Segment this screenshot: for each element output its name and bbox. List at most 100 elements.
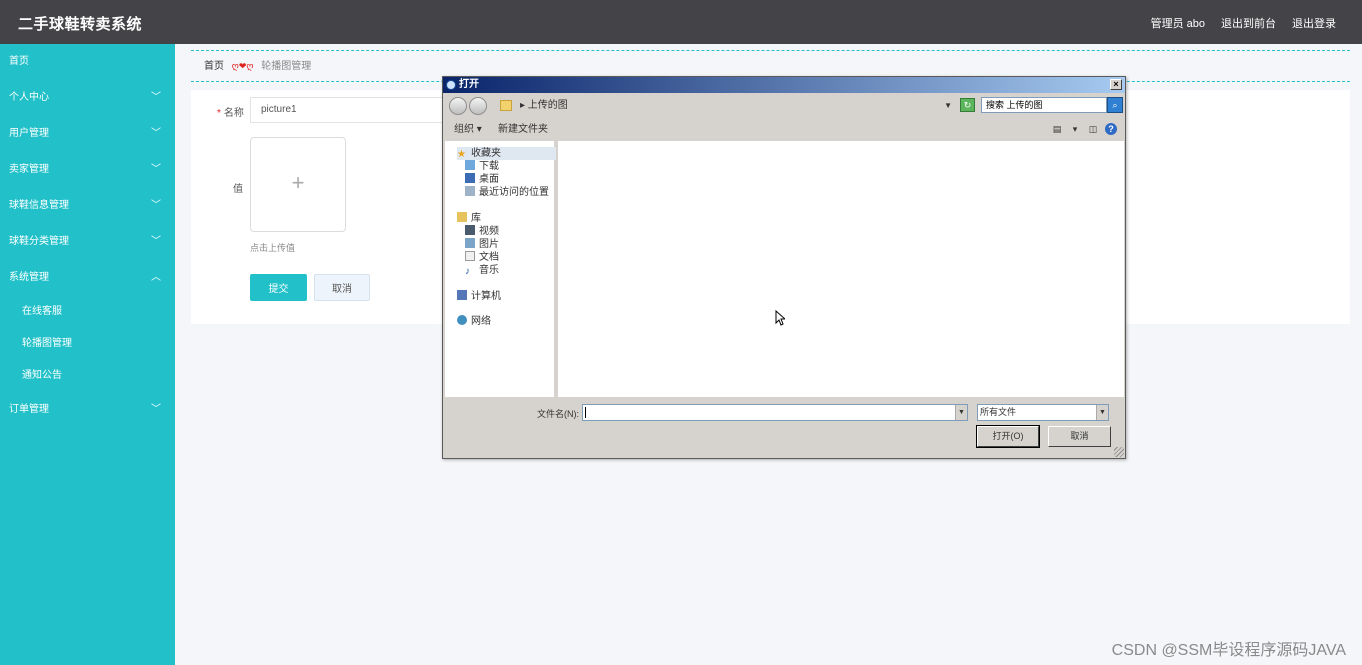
filename-input[interactable]: ▼ — [582, 404, 968, 421]
computer-icon — [457, 290, 467, 300]
chevron-up-icon: ︿ — [151, 272, 161, 283]
sidebar-item-system-management[interactable]: 系统管理 ︿ — [0, 260, 175, 296]
admin-user-link[interactable]: 管理员 abo — [1151, 15, 1205, 31]
breadcrumb-separator-icon: ღ❤ღ — [231, 61, 254, 71]
dropdown-arrow-icon[interactable]: ▼ — [1096, 405, 1108, 420]
forward-arrow-icon[interactable] — [469, 97, 487, 115]
tree-item-label: 下载 — [479, 161, 499, 172]
tree-item-label: 网络 — [471, 316, 491, 327]
tree-item-computer[interactable]: 计算机 — [457, 290, 501, 303]
dialog-nav-row: ▸ 上传的图 ▼ ↻ 搜索 上传的图 ⌕ — [445, 95, 1125, 117]
sidebar-item-seller-management[interactable]: 卖家管理 ﹀ — [0, 152, 175, 188]
breadcrumb-home[interactable]: 首页 — [204, 61, 224, 72]
refresh-icon[interactable]: ↻ — [960, 98, 975, 112]
star-icon: ★ — [457, 149, 466, 160]
music-icon: ♪ — [465, 266, 470, 277]
tree-item-music[interactable]: ♪ 音乐 — [465, 264, 499, 277]
tree-item-videos[interactable]: 视频 — [465, 225, 499, 238]
help-icon[interactable]: ? — [1105, 123, 1117, 135]
chevron-down-icon[interactable]: ▾ — [1069, 123, 1081, 135]
address-path: ▸ 上传的图 — [520, 100, 568, 111]
tree-item-label: 库 — [471, 213, 481, 224]
tree-item-favorites[interactable]: ★ 收藏夹 — [457, 147, 556, 160]
sidebar-item-shoe-category-management[interactable]: 球鞋分类管理 ﹀ — [0, 224, 175, 260]
back-arrow-icon[interactable] — [449, 97, 467, 115]
sidebar-subitem-carousel-management[interactable]: 轮播图管理 — [0, 328, 175, 360]
tree-item-label: 桌面 — [479, 174, 499, 185]
search-input[interactable]: 搜索 上传的图 — [981, 97, 1107, 113]
desktop-icon — [465, 173, 475, 183]
file-open-dialog: 打开 × ▸ 上传的图 ▼ ↻ 搜索 上传的图 ⌕ 组织 ▾ 新建文件夹 ▤ ▾… — [442, 76, 1126, 459]
sidebar-subitem-online-service[interactable]: 在线客服 — [0, 296, 175, 328]
file-list-pane[interactable] — [558, 141, 1124, 397]
exit-to-frontend-link[interactable]: 退出到前台 — [1221, 15, 1276, 31]
dialog-titlebar[interactable]: 打开 × — [443, 77, 1125, 93]
dialog-title: 打开 — [459, 79, 479, 90]
chevron-down-icon: ﹀ — [151, 92, 161, 103]
sidebar-item-label: 系统管理 — [9, 272, 49, 283]
submit-button[interactable]: 提交 — [250, 274, 307, 301]
dialog-cancel-button[interactable]: 取消 — [1048, 426, 1111, 447]
sidebar-item-shoe-info-management[interactable]: 球鞋信息管理 ﹀ — [0, 188, 175, 224]
view-mode-icon[interactable]: ▤ — [1051, 123, 1063, 135]
tree-item-pictures[interactable]: 图片 — [465, 238, 499, 251]
organize-menu[interactable]: 组织 ▾ — [454, 119, 482, 140]
chevron-down-icon: ﹀ — [151, 128, 161, 139]
close-icon[interactable]: × — [1110, 79, 1122, 90]
tree-item-network[interactable]: 网络 — [457, 315, 491, 328]
recent-icon — [465, 186, 475, 196]
image-upload-box[interactable]: + — [250, 137, 346, 232]
sidebar-item-order-management[interactable]: 订单管理 ﹀ — [0, 392, 175, 428]
tree-item-desktop[interactable]: 桌面 — [465, 173, 499, 186]
picture-icon — [465, 238, 475, 248]
tree-item-recent[interactable]: 最近访问的位置 — [465, 186, 549, 199]
sidebar-item-user-management[interactable]: 用户管理 ﹀ — [0, 116, 175, 152]
new-folder-button[interactable]: 新建文件夹 — [498, 119, 548, 140]
dropdown-arrow-icon[interactable]: ▼ — [944, 97, 952, 115]
app-title: 二手球鞋转卖系统 — [18, 16, 143, 33]
address-bar[interactable]: ▸ 上传的图 ▼ — [496, 97, 956, 115]
sidebar-subitem-notice[interactable]: 通知公告 — [0, 360, 175, 392]
document-icon — [465, 251, 475, 261]
tree-item-label: 视频 — [479, 226, 499, 237]
tree-item-downloads[interactable]: 下载 — [465, 160, 499, 173]
cancel-button[interactable]: 取消 — [314, 274, 370, 301]
logout-link[interactable]: 退出登录 — [1292, 15, 1336, 31]
tree-item-label: 最近访问的位置 — [479, 187, 549, 198]
dropdown-arrow-icon[interactable]: ▼ — [955, 405, 967, 420]
tree-item-label: 计算机 — [471, 291, 501, 302]
watermark: CSDN @SSM毕设程序源码JAVA — [1111, 642, 1346, 659]
sidebar-item-label: 球鞋分类管理 — [9, 236, 69, 247]
text-caret — [585, 407, 586, 418]
sidebar-item-home[interactable]: 首页 — [0, 44, 175, 80]
download-icon — [465, 160, 475, 170]
chevron-down-icon: ﹀ — [151, 404, 161, 415]
sidebar-item-label: 卖家管理 — [9, 164, 49, 175]
search-icon[interactable]: ⌕ — [1107, 97, 1123, 113]
name-input[interactable]: picture1 — [250, 97, 450, 123]
filename-label: 文件名(N): — [537, 409, 579, 419]
sidebar-item-personal-center[interactable]: 个人中心 ﹀ — [0, 80, 175, 116]
chevron-down-icon: ﹀ — [151, 200, 161, 211]
chevron-down-icon: ﹀ — [151, 164, 161, 175]
tree-item-library[interactable]: 库 — [457, 212, 481, 225]
sidebar-item-label: 用户管理 — [9, 128, 49, 139]
tree-item-documents[interactable]: 文档 — [465, 251, 499, 264]
plus-icon: + — [291, 170, 305, 195]
navigation-pane: ★ 收藏夹 下载 桌面 最近访问的位置 库 视频 图片 文档 ♪ 音乐 计算机 网络 — [445, 141, 556, 397]
breadcrumb-current: 轮播图管理 — [261, 61, 312, 72]
open-button[interactable]: 打开(O) — [976, 425, 1040, 448]
dialog-toolbar: 组织 ▾ 新建文件夹 ▤ ▾ ◫ ? — [445, 119, 1125, 140]
tree-item-label: 收藏夹 — [471, 148, 501, 159]
sidebar: 首页 个人中心 ﹀ 用户管理 ﹀ 卖家管理 ﹀ 球鞋信息管理 ﹀ 球鞋分类管理 … — [0, 44, 175, 665]
upload-hint: 点击上传值 — [250, 243, 296, 253]
resize-grip[interactable] — [1114, 447, 1124, 457]
tree-item-label: 文档 — [479, 252, 499, 263]
name-label: * 名称 — [217, 104, 244, 119]
chevron-down-icon: ﹀ — [151, 236, 161, 247]
preview-pane-icon[interactable]: ◫ — [1087, 123, 1099, 135]
network-icon — [457, 315, 467, 325]
dialog-app-icon — [446, 80, 456, 90]
video-icon — [465, 225, 475, 235]
filetype-select[interactable]: 所有文件 ▼ — [977, 404, 1109, 421]
